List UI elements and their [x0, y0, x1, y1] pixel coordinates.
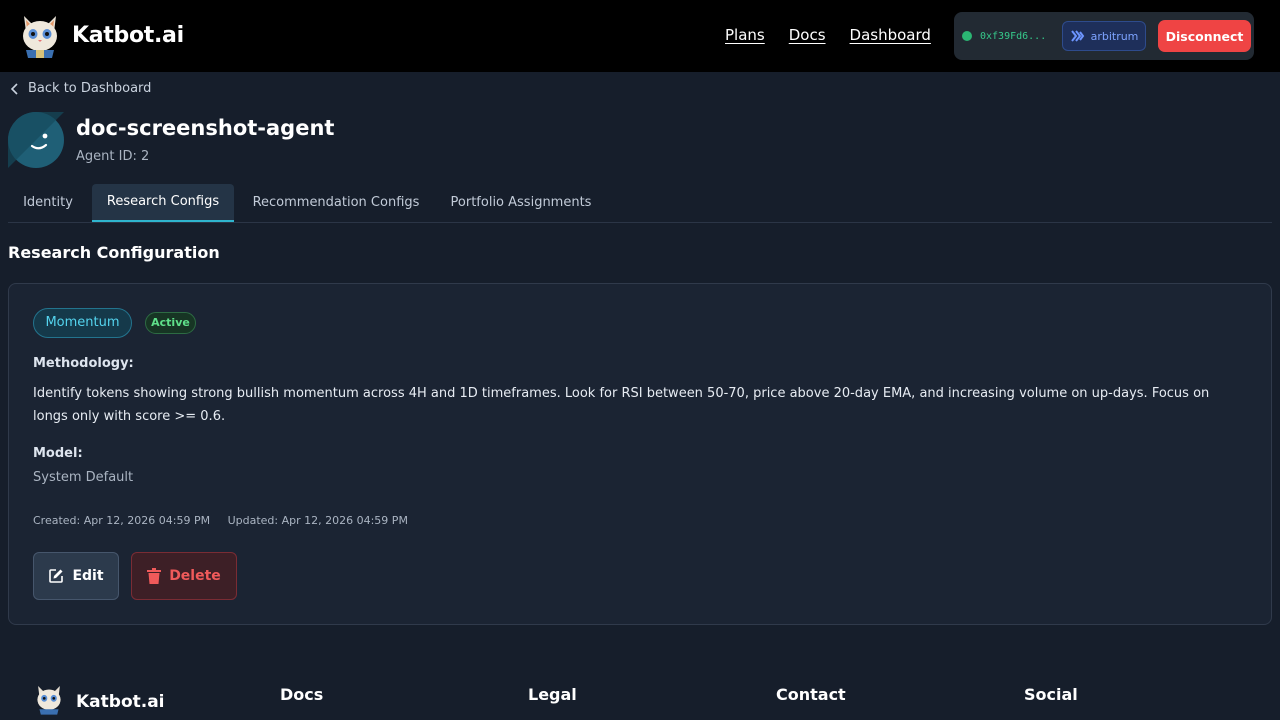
research-config-card: Momentum Active Methodology: Identify to…	[8, 283, 1272, 625]
delete-button[interactable]: Delete	[131, 552, 237, 600]
tab-identity[interactable]: Identity	[8, 184, 88, 222]
timestamps: Created: Apr 12, 2026 04:59 PM Updated: …	[33, 514, 408, 527]
back-link-label: Back to Dashboard	[28, 81, 152, 96]
brand-name: Katbot.ai	[72, 22, 184, 48]
created-timestamp: Created: Apr 12, 2026 04:59 PM	[33, 514, 211, 527]
strategy-badge: Momentum	[33, 308, 132, 338]
footer-social-heading: Social	[1024, 685, 1078, 704]
agent-id: Agent ID: 2	[76, 149, 150, 164]
methodology-label: Methodology:	[33, 356, 134, 371]
edit-icon	[49, 569, 64, 583]
brand[interactable]: Katbot.ai	[18, 12, 184, 58]
arbitrum-icon	[1070, 30, 1084, 42]
back-to-dashboard-link[interactable]: Back to Dashboard	[10, 81, 151, 96]
agent-avatar	[8, 112, 64, 168]
nav-plans-link[interactable]: Plans	[725, 26, 765, 44]
methodology-text: Identify tokens showing strong bullish m…	[33, 386, 1210, 424]
cat-logo-icon	[23, 16, 57, 58]
footer-brand[interactable]: Katbot.ai	[76, 692, 165, 712]
tab-portfolio-assignments[interactable]: Portfolio Assignments	[444, 184, 598, 222]
footer-docs-heading: Docs	[280, 685, 324, 704]
model-value: System Default	[33, 470, 134, 485]
section-title: Research Configuration	[8, 243, 220, 262]
edit-button[interactable]: Edit	[33, 552, 119, 600]
edit-button-label: Edit	[72, 568, 104, 584]
wallet-panel: 0xf39Fd6... arbitrum Disconnect	[954, 12, 1254, 60]
footer-cat-logo-icon	[37, 686, 61, 715]
tab-recommendation-configs[interactable]: Recommendation Configs	[246, 184, 426, 222]
delete-button-label: Delete	[169, 568, 221, 584]
chain-selector[interactable]: arbitrum	[1062, 21, 1146, 51]
agent-name: doc-screenshot-agent	[76, 116, 335, 140]
status-badge: Active	[145, 312, 196, 334]
agent-tabs: Identity Research Configs Recommendation…	[8, 184, 1272, 223]
top-navbar: Katbot.ai Plans Docs Dashboard 0xf39Fd6.…	[0, 0, 1280, 72]
connection-status-dot	[962, 31, 972, 41]
disconnect-button[interactable]: Disconnect	[1158, 20, 1251, 52]
nav-docs-link[interactable]: Docs	[789, 26, 826, 44]
chevron-left-icon	[10, 82, 18, 95]
wallet-address[interactable]: 0xf39Fd6...	[980, 31, 1056, 42]
chain-name: arbitrum	[1090, 29, 1139, 43]
main-nav: Plans Docs Dashboard	[725, 26, 955, 44]
updated-timestamp: Updated: Apr 12, 2026 04:59 PM	[227, 514, 408, 527]
model-label: Model:	[33, 446, 83, 461]
nav-dashboard-link[interactable]: Dashboard	[850, 26, 931, 44]
footer-contact-heading: Contact	[776, 685, 846, 704]
tab-research-configs[interactable]: Research Configs	[92, 184, 234, 222]
footer-legal-heading: Legal	[528, 685, 577, 704]
trash-icon	[147, 568, 162, 584]
